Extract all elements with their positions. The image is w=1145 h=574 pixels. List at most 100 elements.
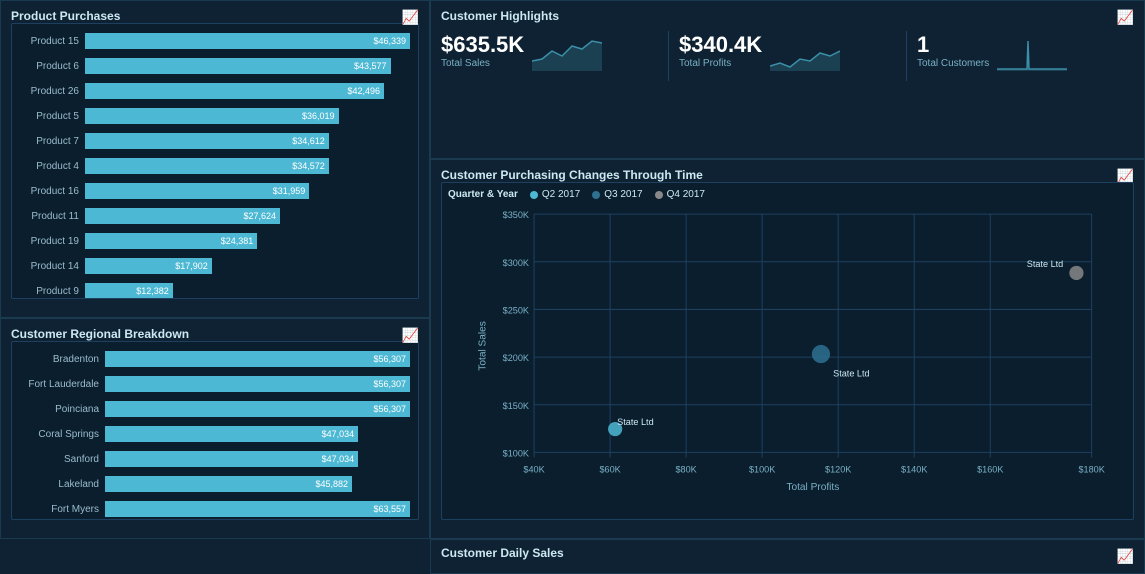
bar-value: $12,382 bbox=[136, 286, 169, 296]
bar-track: $47,034 bbox=[105, 426, 410, 442]
bar-track: $31,959 bbox=[85, 183, 410, 199]
table-row: Product 11 $27,624 bbox=[20, 205, 410, 227]
regional-breakdown-icon[interactable]: 📈 bbox=[402, 327, 419, 344]
table-row: Product 7 $34,612 bbox=[20, 130, 410, 152]
table-row: Product 15 $46,339 bbox=[20, 30, 410, 52]
svg-text:$100K: $100K bbox=[749, 465, 775, 475]
bar-track: $56,307 bbox=[105, 401, 410, 417]
bar-track: $46,339 bbox=[85, 33, 410, 49]
bar-fill: $56,307 bbox=[105, 351, 410, 367]
bar-label: Product 4 bbox=[20, 161, 85, 172]
total-profits-label: Total Profits bbox=[679, 58, 762, 69]
svg-text:State Ltd: State Ltd bbox=[1027, 259, 1063, 269]
table-row: Fort Myers $63,557 bbox=[20, 498, 410, 520]
highlight-total-profits: $340.4K Total Profits bbox=[679, 31, 896, 71]
bar-track: $34,572 bbox=[85, 158, 410, 174]
svg-text:Total Profits: Total Profits bbox=[786, 482, 839, 493]
bar-label: Product 7 bbox=[20, 136, 85, 147]
svg-text:$160K: $160K bbox=[977, 465, 1003, 475]
regional-breakdown-title: Customer Regional Breakdown bbox=[11, 327, 189, 341]
daily-sales-title: Customer Daily Sales bbox=[441, 546, 564, 560]
table-row: Fort Lauderdale $56,307 bbox=[20, 373, 410, 395]
svg-text:$300K: $300K bbox=[503, 258, 529, 268]
legend-dot-q4 bbox=[655, 191, 663, 199]
customer-highlights-title: Customer Highlights bbox=[441, 9, 559, 23]
bar-fill: $24,381 bbox=[85, 233, 257, 249]
bar-value: $43,577 bbox=[354, 61, 387, 71]
bar-label: Product 6 bbox=[20, 61, 85, 72]
total-customers-sparkline bbox=[997, 31, 1067, 71]
bar-track: $27,624 bbox=[85, 208, 410, 224]
bar-label: Coral Springs bbox=[20, 429, 105, 440]
bar-label: Poinciana bbox=[20, 404, 105, 415]
bar-value: $63,557 bbox=[373, 504, 406, 514]
bar-fill: $56,307 bbox=[105, 376, 410, 392]
bar-track: $34,612 bbox=[85, 133, 410, 149]
table-row: Product 14 $17,902 bbox=[20, 255, 410, 277]
bar-label: Product 9 bbox=[20, 286, 85, 297]
bar-value: $34,572 bbox=[292, 161, 325, 171]
purchasing-changes-panel: Customer Purchasing Changes Through Time… bbox=[430, 159, 1145, 539]
product-purchases-title: Product Purchases bbox=[11, 9, 120, 23]
legend-q4: Q4 2017 bbox=[655, 189, 705, 200]
svg-text:Total Sales: Total Sales bbox=[477, 321, 488, 371]
scatter-chart: $350K $300K $250K $200K $150K $100K $40K… bbox=[448, 204, 1127, 498]
bar-label: Product 5 bbox=[20, 111, 85, 122]
bar-fill: $17,902 bbox=[85, 258, 212, 274]
total-profits-value: $340.4K bbox=[679, 34, 762, 56]
table-row: Product 6 $43,577 bbox=[20, 55, 410, 77]
highlights-row: $635.5K Total Sales $340.4K Total Profit… bbox=[441, 31, 1134, 81]
total-sales-value: $635.5K bbox=[441, 34, 524, 56]
table-row: Product 16 $31,959 bbox=[20, 180, 410, 202]
table-row: Poinciana $56,307 bbox=[20, 398, 410, 420]
bar-label: Fort Lauderdale bbox=[20, 379, 105, 390]
bar-track: $12,382 bbox=[85, 283, 410, 299]
legend-q2: Q2 2017 bbox=[530, 189, 580, 200]
bar-fill: $31,959 bbox=[85, 183, 309, 199]
bar-fill: $36,019 bbox=[85, 108, 339, 124]
bar-value: $46,339 bbox=[373, 36, 406, 46]
customer-highlights-icon[interactable]: 📈 bbox=[1117, 9, 1134, 26]
bar-value: $17,902 bbox=[175, 261, 208, 271]
highlight-total-sales: $635.5K Total Sales bbox=[441, 31, 658, 71]
table-row: Sanford $47,034 bbox=[20, 448, 410, 470]
bar-value: $47,034 bbox=[322, 454, 355, 464]
bar-value: $36,019 bbox=[302, 111, 335, 121]
table-row: Product 4 $34,572 bbox=[20, 155, 410, 177]
bar-value: $47,034 bbox=[322, 429, 355, 439]
daily-sales-panel: Customer Daily Sales 📈 bbox=[430, 539, 1145, 574]
product-purchases-icon[interactable]: 📈 bbox=[402, 9, 419, 26]
product-purchases-chart: Product 15 $46,339 Product 6 $43,577 Pro… bbox=[11, 23, 419, 299]
legend-q3: Q3 2017 bbox=[592, 189, 642, 200]
scatter-chart-container: Quarter & Year Q2 2017 Q3 2017 Q4 2017 bbox=[441, 182, 1134, 520]
purchasing-changes-title: Customer Purchasing Changes Through Time bbox=[441, 168, 703, 182]
daily-sales-icon[interactable]: 📈 bbox=[1117, 548, 1134, 565]
bar-label: Fort Myers bbox=[20, 504, 105, 515]
bar-track: $36,019 bbox=[85, 108, 410, 124]
svg-text:$150K: $150K bbox=[503, 401, 529, 411]
highlight-total-customers: 1 Total Customers bbox=[917, 31, 1134, 71]
bar-fill: $63,557 bbox=[105, 501, 410, 517]
total-profits-sparkline bbox=[770, 31, 840, 71]
bar-value: $27,624 bbox=[243, 211, 276, 221]
divider-2 bbox=[906, 31, 907, 81]
bar-value: $45,882 bbox=[316, 479, 349, 489]
bar-fill: $45,882 bbox=[105, 476, 352, 492]
svg-text:$120K: $120K bbox=[825, 465, 851, 475]
product-bar-list: Product 15 $46,339 Product 6 $43,577 Pro… bbox=[20, 30, 410, 299]
total-sales-label: Total Sales bbox=[441, 58, 524, 69]
svg-text:$40K: $40K bbox=[523, 465, 544, 475]
product-purchases-panel: Product Purchases 📈 Product 15 $46,339 P… bbox=[0, 0, 430, 318]
table-row: Product 9 $12,382 bbox=[20, 280, 410, 299]
bar-track: $56,307 bbox=[105, 351, 410, 367]
bar-track: $63,557 bbox=[105, 501, 410, 517]
table-row: Coral Springs $47,034 bbox=[20, 423, 410, 445]
bar-label: Bradenton bbox=[20, 354, 105, 365]
regional-bar-list: Bradenton $56,307 Fort Lauderdale $56,30… bbox=[20, 348, 410, 520]
svg-text:State Ltd: State Ltd bbox=[833, 368, 869, 378]
customer-highlights-panel: Customer Highlights 📈 $635.5K Total Sale… bbox=[430, 0, 1145, 159]
svg-text:$80K: $80K bbox=[675, 465, 696, 475]
legend-dot-q3 bbox=[592, 191, 600, 199]
bar-fill: $34,572 bbox=[85, 158, 329, 174]
table-row: Product 19 $24,381 bbox=[20, 230, 410, 252]
